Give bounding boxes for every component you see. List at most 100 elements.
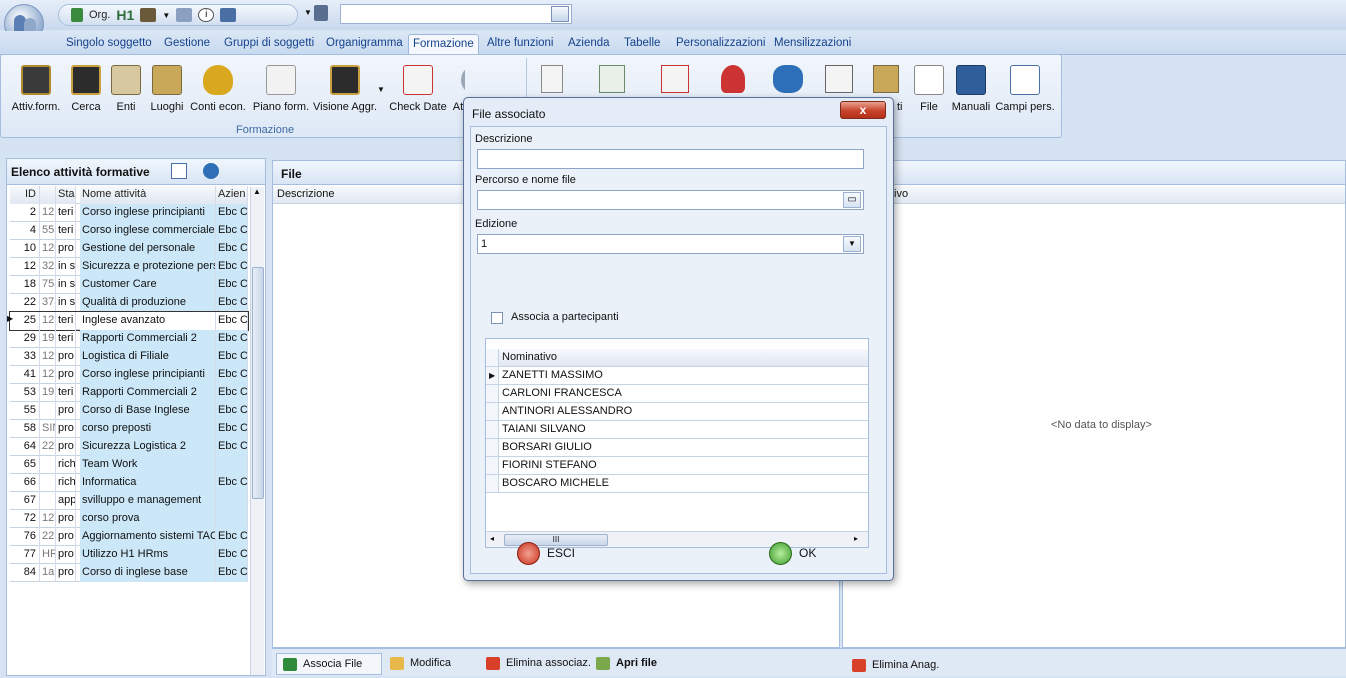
row-name[interactable]: Corso inglese principianti (80, 204, 216, 222)
row-company[interactable] (216, 456, 248, 474)
dropdown-arrow-icon[interactable]: ▼ (377, 85, 385, 94)
refresh-icon[interactable] (203, 163, 219, 179)
row-id[interactable]: 66 (10, 474, 40, 492)
search-icon[interactable] (171, 163, 187, 179)
row-company[interactable]: Ebc C (216, 528, 248, 546)
row-state[interactable]: rich (56, 456, 76, 474)
row-company[interactable]: Ebc C (216, 330, 248, 348)
row-name[interactable]: Gestione del personale (80, 240, 216, 258)
row-company[interactable]: Ebc C (216, 384, 248, 402)
search-icon[interactable] (551, 6, 569, 22)
list-item[interactable]: ANTINORI ALESSANDRO (486, 403, 868, 421)
table-row[interactable]: 66 rich Informatica Ebc C (10, 474, 248, 492)
file-button[interactable]: File (913, 61, 945, 121)
row-state[interactable]: teri (56, 330, 76, 348)
org-label[interactable]: Org. (89, 9, 110, 21)
table-row[interactable]: 33129proLogistica di FilialeEbc C (10, 348, 248, 366)
row-id[interactable]: 2 (10, 204, 40, 222)
row-company[interactable]: Ebc C (216, 240, 248, 258)
activity-grid-header[interactable]: ID Sta Nome attività Azien (10, 186, 248, 204)
row-code[interactable]: 129 (40, 348, 56, 366)
row-code[interactable]: 226 (40, 438, 56, 456)
descrizione-field[interactable] (477, 149, 864, 169)
row-code[interactable]: 1a (40, 564, 56, 582)
h1-logo[interactable]: H1 (116, 7, 134, 23)
scroll-left-icon[interactable]: ◂ (490, 534, 494, 543)
row-state[interactable]: teri (56, 204, 76, 222)
row-state[interactable]: app (56, 492, 76, 510)
row-code[interactable]: 323 (40, 258, 56, 276)
list-item[interactable]: BOSCARO MICHELE (486, 475, 868, 493)
camera-icon[interactable] (140, 8, 157, 22)
row-id[interactable]: 64 (10, 438, 40, 456)
row-code[interactable]: 123 (40, 312, 56, 330)
row-company[interactable]: Ebc C (216, 258, 248, 276)
column-header[interactable]: ID (10, 186, 40, 204)
row-state[interactable]: in s (56, 276, 76, 294)
row-company[interactable]: Ebc C (216, 564, 248, 582)
close-button[interactable]: x (840, 101, 886, 119)
row-code[interactable] (40, 474, 56, 492)
row-name[interactable]: Team Work (80, 456, 216, 474)
table-row[interactable]: 22373in sQualità di produzioneEbc C (10, 294, 248, 312)
gantt-icon[interactable] (599, 65, 625, 93)
row-name[interactable]: Corso inglese principianti (80, 366, 216, 384)
buildings-icon[interactable] (873, 65, 899, 93)
conti-econ-button[interactable]: Conti econ. (189, 61, 247, 121)
column-header[interactable]: Sta (56, 186, 76, 204)
row-code[interactable]: 555 (40, 222, 56, 240)
row-id[interactable]: 41 (10, 366, 40, 384)
row-code[interactable]: 225 (40, 528, 56, 546)
table-row[interactable]: 77HRIproUtilizzo H1 HRmsEbc C (10, 546, 248, 564)
row-name[interactable]: Aggiornamento sistemi TAC (80, 528, 216, 546)
table-row[interactable]: 12323in sSicurezza e protezione persEbc … (10, 258, 248, 276)
row-state[interactable]: pro (56, 438, 76, 456)
row-name[interactable]: corso preposti (80, 420, 216, 438)
participants-table-header[interactable]: Nominativo (486, 349, 868, 367)
column-header[interactable]: Azien (216, 186, 248, 204)
table-row[interactable]: 41 12 pro Corso inglese principianti Ebc C (10, 366, 248, 384)
row-id[interactable]: 65 (10, 456, 40, 474)
row-id[interactable]: 77 (10, 546, 40, 564)
row-id[interactable]: 33 (10, 348, 40, 366)
esci-button[interactable]: ESCI (517, 542, 575, 566)
row-name[interactable]: svilluppo e management (80, 492, 216, 510)
visione-aggr-button[interactable]: Visione Aggr. (311, 61, 379, 121)
tab-gruppi-di-soggetti[interactable]: Gruppi di soggetti (220, 34, 318, 55)
row-id[interactable]: 29 (10, 330, 40, 348)
row-company[interactable]: Ebc C (216, 276, 248, 294)
list-item[interactable]: CARLONI FRANCESCA (486, 385, 868, 403)
row-state[interactable]: in s (56, 294, 76, 312)
edizione-select[interactable]: 1 ▼ (477, 234, 864, 254)
tab-gestione[interactable]: Gestione (160, 34, 214, 55)
row-code[interactable] (40, 456, 56, 474)
tab-formazione[interactable]: Formazione (408, 34, 479, 55)
row-state[interactable]: pro (56, 348, 76, 366)
table-row[interactable]: 29 19 teri Rapporti Commerciali 2 Ebc C (10, 330, 248, 348)
table-row[interactable]: 58SINprocorso prepostiEbc C (10, 420, 248, 438)
cerca-button[interactable]: Cerca (69, 61, 103, 121)
enti-button[interactable]: Enti (111, 61, 141, 121)
row-id[interactable]: 4 (10, 222, 40, 240)
row-state[interactable]: pro (56, 546, 76, 564)
elimina-anag-button[interactable]: Elimina Anag. (846, 655, 939, 677)
row-company[interactable] (216, 492, 248, 510)
row-id[interactable]: 22 (10, 294, 40, 312)
user-settings-icon[interactable] (314, 5, 328, 21)
org-chart-icon[interactable] (71, 8, 83, 22)
row-code[interactable]: 19 (40, 330, 56, 348)
associa-partecipanti-checkbox[interactable] (491, 312, 503, 324)
associa-file-button[interactable]: Associa File (276, 653, 382, 675)
row-company[interactable]: Ebc C (216, 366, 248, 384)
participants-column-header[interactable]: tivo (843, 186, 1345, 204)
table-row[interactable]: 65 rich Team Work (10, 456, 248, 474)
check-date-button[interactable]: Check Date (389, 61, 447, 121)
table-row[interactable]: 72123procorso prova (10, 510, 248, 528)
search-input[interactable] (340, 4, 572, 24)
piano-form-button[interactable]: Piano form. (251, 61, 311, 121)
row-name[interactable]: Corso di inglese base (80, 564, 216, 582)
row-code[interactable]: 755 (40, 276, 56, 294)
scroll-up-icon[interactable]: ▲ (253, 187, 261, 196)
row-company[interactable]: Ebc C (216, 294, 248, 312)
row-code[interactable]: 12 (40, 366, 56, 384)
